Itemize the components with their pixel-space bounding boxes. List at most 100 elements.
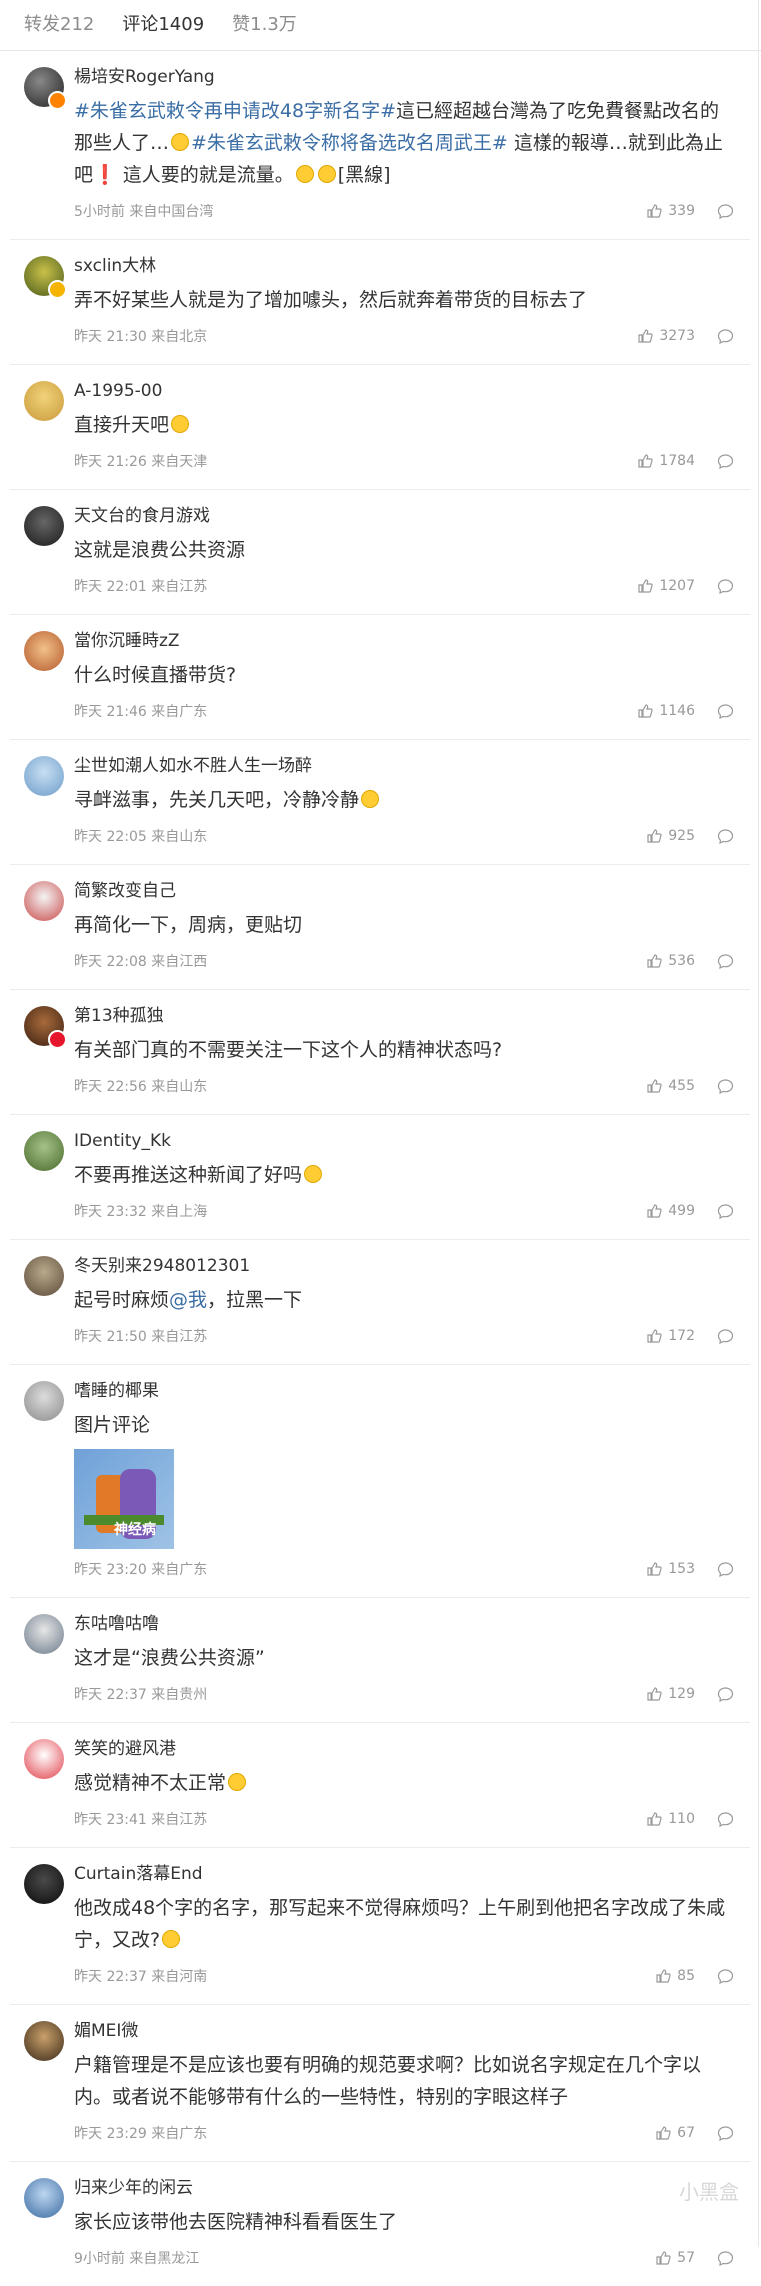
comment-time: 昨天 23:32 来自上海 bbox=[74, 1204, 208, 1220]
avatar[interactable] bbox=[24, 756, 64, 796]
comment-icon[interactable] bbox=[717, 1561, 734, 1578]
username[interactable]: 嗜睡的椰果 bbox=[74, 1379, 734, 1403]
like-button[interactable]: 3273 bbox=[637, 328, 695, 344]
like-button[interactable]: 172 bbox=[646, 1328, 695, 1344]
like-count: 85 bbox=[677, 1968, 695, 1984]
comment-icon[interactable] bbox=[717, 2125, 734, 2142]
comment-text: 户籍管理是不是应该也要有明确的规范要求啊？比如说名字规定在几个字以内。或者说不能… bbox=[74, 2054, 702, 2108]
like-button[interactable]: 153 bbox=[646, 1561, 695, 1577]
comment-icon[interactable] bbox=[717, 203, 734, 220]
thumbs-up-icon bbox=[647, 1812, 662, 1826]
username[interactable]: sxclin大林 bbox=[74, 254, 734, 278]
username[interactable]: 笑笑的避风港 bbox=[74, 1737, 734, 1761]
avatar[interactable] bbox=[24, 1006, 67, 1049]
username[interactable]: A-1995-00 bbox=[74, 379, 734, 403]
like-button[interactable]: 129 bbox=[646, 1686, 695, 1702]
comment-text: 这才是“浪费公共资源” bbox=[74, 1647, 265, 1669]
like-button[interactable]: 925 bbox=[646, 828, 695, 844]
comment-item: 嗜睡的椰果 图片评论 神经病 昨天 23:20 来自广东 153 bbox=[10, 1365, 750, 1598]
avatar[interactable] bbox=[24, 1614, 64, 1654]
comment-icon[interactable] bbox=[717, 328, 734, 345]
like-count: 3273 bbox=[659, 328, 695, 344]
comment-icon[interactable] bbox=[717, 1811, 734, 1828]
avatar[interactable] bbox=[24, 1864, 64, 1904]
avatar[interactable] bbox=[24, 1381, 64, 1421]
comment-icon[interactable] bbox=[717, 1328, 734, 1345]
laugh-emoji-icon bbox=[295, 165, 314, 183]
username[interactable]: 媚MEI微 bbox=[74, 2019, 734, 2043]
username[interactable]: 冬天别来2948012301 bbox=[74, 1254, 734, 1278]
like-count: 67 bbox=[677, 2125, 695, 2141]
comment-item: 尘世如潮人如水不胜人生一场醉 寻衅滋事，先关几天吧，冷静冷静 昨天 22:05 … bbox=[10, 740, 750, 865]
avatar[interactable] bbox=[24, 506, 64, 546]
username[interactable]: 东咕噜咕噜 bbox=[74, 1612, 734, 1636]
like-button[interactable]: 536 bbox=[646, 953, 695, 969]
comment-item: 楊培安RogerYang #朱雀玄武敕令再申请改48字新名字#這已經超越台灣為了… bbox=[10, 51, 750, 240]
like-button[interactable]: 499 bbox=[646, 1203, 695, 1219]
comment-image[interactable]: 神经病 bbox=[74, 1449, 174, 1549]
username[interactable]: Curtain落幕End bbox=[74, 1862, 734, 1886]
username[interactable]: 尘世如潮人如水不胜人生一场醉 bbox=[74, 754, 734, 778]
comment-icon[interactable] bbox=[717, 2250, 734, 2267]
image-caption: 神经病 bbox=[114, 1522, 156, 1538]
comment-icon[interactable] bbox=[717, 1968, 734, 1985]
avatar[interactable] bbox=[24, 2178, 64, 2218]
avatar[interactable] bbox=[24, 381, 64, 421]
avatar[interactable] bbox=[24, 2021, 64, 2061]
tab-likes[interactable]: 赞1.3万 bbox=[232, 0, 297, 50]
hashtag-link[interactable]: #朱雀玄武敕令再申请改48字新名字# bbox=[74, 100, 396, 122]
tab-comments[interactable]: 评论1409 bbox=[122, 0, 204, 50]
mention-link[interactable]: @我 bbox=[169, 1289, 207, 1311]
hashtag-link[interactable]: #朱雀玄武敕令称将备选改名周武王# bbox=[191, 132, 508, 154]
username[interactable]: 简繁改变自己 bbox=[74, 879, 734, 903]
like-button[interactable]: 57 bbox=[655, 2250, 695, 2266]
avatar[interactable] bbox=[24, 1739, 64, 1779]
username[interactable]: 第13种孤独 bbox=[74, 1004, 734, 1028]
like-button[interactable]: 1146 bbox=[637, 703, 695, 719]
avatar[interactable] bbox=[24, 881, 64, 921]
comment-icon[interactable] bbox=[717, 1078, 734, 1095]
comment-icon[interactable] bbox=[717, 1686, 734, 1703]
comment-item: 媚MEI微 户籍管理是不是应该也要有明确的规范要求啊？比如说名字规定在几个字以内… bbox=[10, 2005, 750, 2162]
like-button[interactable]: 339 bbox=[646, 203, 695, 219]
comment-item: sxclin大林 弄不好某些人就是为了增加噱头，然后就奔着带货的目标去了 昨天 … bbox=[10, 240, 750, 365]
comment-time: 昨天 21:26 来自天津 bbox=[74, 454, 208, 470]
like-button[interactable]: 455 bbox=[646, 1078, 695, 1094]
username[interactable]: IDentity_Kk bbox=[74, 1129, 734, 1153]
like-button[interactable]: 1207 bbox=[637, 578, 695, 594]
username[interactable]: 楊培安RogerYang bbox=[74, 65, 734, 89]
comment-icon[interactable] bbox=[717, 578, 734, 595]
wink-emoji-icon bbox=[361, 790, 380, 808]
verified-badge-icon bbox=[48, 91, 67, 110]
avatar[interactable] bbox=[24, 631, 64, 671]
laugh-emoji-icon bbox=[171, 133, 190, 151]
avatar[interactable] bbox=[24, 1131, 64, 1171]
avatar[interactable] bbox=[24, 67, 67, 110]
comment-icon[interactable] bbox=[717, 1203, 734, 1220]
like-count: 455 bbox=[668, 1078, 695, 1094]
like-button[interactable]: 67 bbox=[655, 2125, 695, 2141]
username[interactable]: 當你沉睡時zZ bbox=[74, 629, 734, 653]
like-button[interactable]: 110 bbox=[646, 1811, 695, 1827]
like-button[interactable]: 85 bbox=[655, 1968, 695, 1984]
sweat-emoji-icon bbox=[317, 165, 336, 183]
username[interactable]: 归来少年的闲云 bbox=[74, 2176, 734, 2200]
avatar[interactable] bbox=[24, 1256, 64, 1296]
tab-reposts[interactable]: 转发212 bbox=[24, 0, 94, 50]
avatar[interactable] bbox=[24, 256, 67, 299]
username[interactable]: 天文台的食月游戏 bbox=[74, 504, 734, 528]
comment-icon[interactable] bbox=[717, 453, 734, 470]
thumbs-up-icon bbox=[647, 954, 662, 968]
comment-icon[interactable] bbox=[717, 703, 734, 720]
thumbs-up-icon bbox=[638, 579, 654, 593]
comment-time: 9小时前 来自黑龙江 bbox=[74, 2251, 200, 2267]
comment-time: 5小时前 来自中国台湾 bbox=[74, 204, 214, 220]
like-count: 339 bbox=[668, 203, 695, 219]
like-count: 536 bbox=[668, 953, 695, 969]
thumbs-up-icon bbox=[656, 1969, 671, 1983]
comment-time: 昨天 22:37 来自河南 bbox=[74, 1969, 208, 1985]
verified-badge-icon bbox=[48, 280, 67, 299]
comment-icon[interactable] bbox=[717, 828, 734, 845]
like-button[interactable]: 1784 bbox=[637, 453, 695, 469]
comment-icon[interactable] bbox=[717, 953, 734, 970]
